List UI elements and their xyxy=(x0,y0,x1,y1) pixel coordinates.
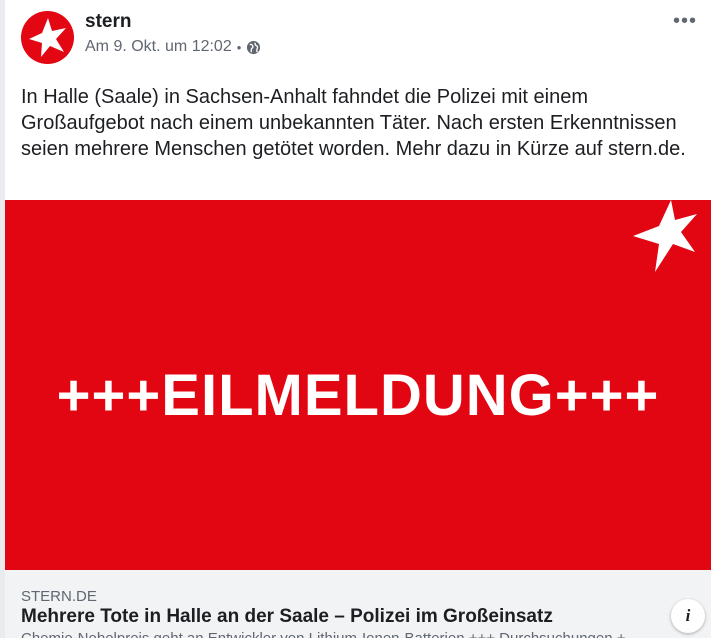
meta-separator: • xyxy=(236,39,242,55)
info-icon: i xyxy=(685,606,691,625)
post-text: In Halle (Saale) in Sachsen-Anhalt fahnd… xyxy=(21,86,686,160)
post-card: stern Am 9. Okt. um 12:02 • ••• In Halle… xyxy=(5,0,711,638)
stern-avatar[interactable] xyxy=(21,11,74,64)
link-preview[interactable]: STERN.DE Mehrere Tote in Halle an der Sa… xyxy=(5,570,711,638)
stern-star-icon xyxy=(633,200,697,272)
more-options-button[interactable]: ••• xyxy=(673,10,697,33)
link-domain: STERN.DE xyxy=(21,588,97,605)
stern-star-icon xyxy=(29,18,66,57)
globe-icon[interactable] xyxy=(246,40,261,55)
info-button[interactable]: i xyxy=(671,599,705,633)
breaking-news-headline: +++EILMELDUNG+++ xyxy=(56,363,660,428)
link-description: Chemie-Nobelpreis geht an Entwickler von… xyxy=(21,630,691,638)
post-timestamp[interactable]: Am 9. Okt. um 12:02 xyxy=(85,38,232,56)
post-meta: Am 9. Okt. um 12:02 • xyxy=(85,38,261,56)
link-title[interactable]: Mehrere Tote in Halle an der Saale – Pol… xyxy=(21,606,553,628)
page-name[interactable]: stern xyxy=(85,11,131,33)
link-image[interactable]: +++EILMELDUNG+++ xyxy=(5,200,711,570)
